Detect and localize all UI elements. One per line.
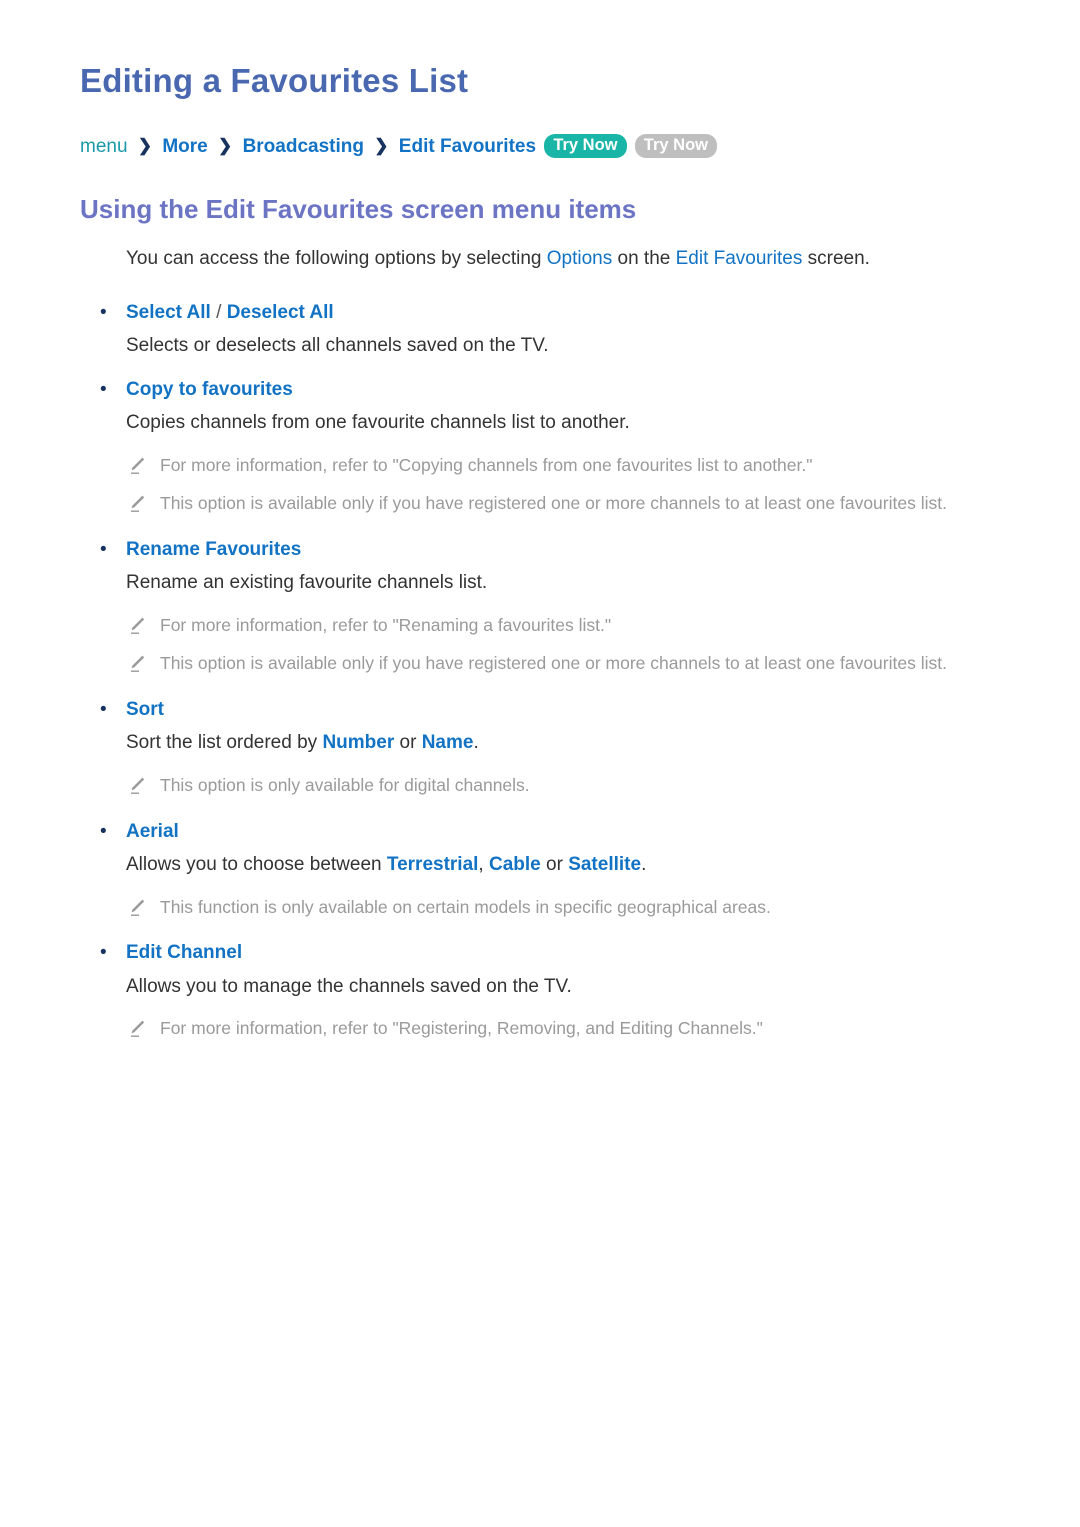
note-text: This function is only available on certa… xyxy=(160,896,771,917)
option-edit-channel: Edit Channel Allows you to manage the ch… xyxy=(78,939,1002,1055)
option-title-separator: / xyxy=(210,301,227,323)
option-header: Edit Channel xyxy=(100,939,1002,973)
option-header: Copy to favourites xyxy=(100,376,1002,410)
note-text: For more information, refer to "Copying … xyxy=(160,454,813,475)
breadcrumb: menu ❯ More ❯ Broadcasting ❯ Edit Favour… xyxy=(80,133,1002,160)
intro-link-options[interactable]: Options xyxy=(547,248,612,269)
option-title-rename-favourites[interactable]: Rename Favourites xyxy=(126,536,301,564)
desc-link-name[interactable]: Name xyxy=(422,732,474,753)
desc-text-3: . xyxy=(473,732,479,754)
pencil-icon xyxy=(126,897,160,919)
chevron-right-icon: ❯ xyxy=(137,135,153,155)
breadcrumb-item-edit-favourites[interactable]: Edit Favourites xyxy=(399,136,536,157)
note-item: This option is available only if you hav… xyxy=(126,491,1002,530)
intro-text-2: on the xyxy=(612,248,676,270)
option-description: Allows you to manage the channels saved … xyxy=(126,975,572,997)
option-title-sort[interactable]: Sort xyxy=(126,696,164,724)
bullet-dot-icon xyxy=(100,299,126,327)
desc-text-3: or xyxy=(540,854,569,876)
option-header: Aerial xyxy=(100,818,1002,852)
option-description: Allows you to choose between Terrestrial… xyxy=(126,851,1002,895)
document-page: Editing a Favourites List menu ❯ More ❯ … xyxy=(0,0,1080,1527)
note-item: For more information, refer to "Copying … xyxy=(126,453,1002,492)
desc-text-4: . xyxy=(641,854,647,876)
page-title: Editing a Favourites List xyxy=(80,62,469,99)
desc-text-1: Sort the list ordered by xyxy=(126,732,323,754)
desc-text-1: Allows you to choose between xyxy=(126,854,387,876)
option-header: Sort xyxy=(100,696,1002,730)
desc-link-terrestrial[interactable]: Terrestrial xyxy=(387,854,479,875)
note-item: For more information, refer to "Renaming… xyxy=(126,613,1002,652)
option-header: Rename Favourites xyxy=(100,536,1002,570)
desc-text-2: , xyxy=(478,854,489,876)
try-now-badge[interactable]: Try Now xyxy=(544,133,627,158)
note-item: This function is only available on certa… xyxy=(126,895,1002,934)
option-header: Select All / Deselect All xyxy=(100,299,1002,333)
try-now-badge-disabled[interactable]: Try Now xyxy=(634,133,717,158)
option-title-edit-channel[interactable]: Edit Channel xyxy=(126,939,242,967)
option-description: Selects or deselects all channels saved … xyxy=(126,335,549,357)
pencil-icon xyxy=(126,775,160,797)
option-description: Copies channels from one favourite chann… xyxy=(126,412,630,434)
breadcrumb-root[interactable]: menu xyxy=(80,136,128,157)
option-rename-favourites: Rename Favourites Rename an existing fav… xyxy=(78,536,1002,696)
option-copy-to-favourites: Copy to favourites Copies channels from … xyxy=(78,376,1002,536)
breadcrumb-item-more[interactable]: More xyxy=(162,136,207,157)
option-aerial: Aerial Allows you to choose between Terr… xyxy=(78,818,1002,940)
bullet-dot-icon xyxy=(100,376,126,404)
pencil-icon xyxy=(126,493,160,515)
pencil-icon xyxy=(126,615,160,637)
note-text: For more information, refer to "Register… xyxy=(160,1018,763,1039)
option-select-all: Select All / Deselect All Selects or des… xyxy=(78,299,1002,376)
bullet-dot-icon xyxy=(100,939,126,967)
note-text: This option is available only if you hav… xyxy=(160,493,947,514)
note-text: This option is only available for digita… xyxy=(160,775,530,796)
note-item: This option is available only if you hav… xyxy=(126,651,1002,690)
option-description: Rename an existing favourite channels li… xyxy=(126,572,488,594)
option-title-copy-to-favourites[interactable]: Copy to favourites xyxy=(126,376,293,404)
intro-text-3: screen. xyxy=(802,248,870,270)
note-item: For more information, refer to "Register… xyxy=(126,1016,1002,1055)
option-description: Sort the list ordered by Number or Name. xyxy=(126,729,1002,773)
intro-text-1: You can access the following options by … xyxy=(126,248,547,270)
bullet-dot-icon xyxy=(100,536,126,564)
section-heading: Using the Edit Favourites screen menu it… xyxy=(80,193,637,224)
option-title-aerial[interactable]: Aerial xyxy=(126,818,179,846)
option-title: Select All / Deselect All xyxy=(126,299,334,327)
option-title-select-all[interactable]: Select All xyxy=(126,302,211,323)
bullet-dot-icon xyxy=(100,818,126,846)
section-intro: You can access the following options by … xyxy=(126,245,1002,273)
option-title-deselect-all[interactable]: Deselect All xyxy=(227,302,334,323)
pencil-icon xyxy=(126,1018,160,1040)
chevron-right-icon: ❯ xyxy=(218,135,233,155)
desc-link-cable[interactable]: Cable xyxy=(489,854,541,875)
bullet-dot-icon xyxy=(100,696,126,724)
breadcrumb-item-broadcasting[interactable]: Broadcasting xyxy=(243,136,364,157)
desc-text-2: or xyxy=(394,732,422,754)
chevron-right-icon: ❯ xyxy=(374,135,389,155)
desc-link-satellite[interactable]: Satellite xyxy=(568,854,641,875)
note-item: This option is only available for digita… xyxy=(126,773,1002,812)
note-text: For more information, refer to "Renaming… xyxy=(160,614,612,635)
intro-link-edit-favourites[interactable]: Edit Favourites xyxy=(676,248,803,269)
pencil-icon xyxy=(126,653,160,675)
option-sort: Sort Sort the list ordered by Number or … xyxy=(78,696,1002,818)
pencil-icon xyxy=(126,455,160,477)
note-text: This option is available only if you hav… xyxy=(160,653,947,674)
desc-link-number[interactable]: Number xyxy=(322,732,394,753)
